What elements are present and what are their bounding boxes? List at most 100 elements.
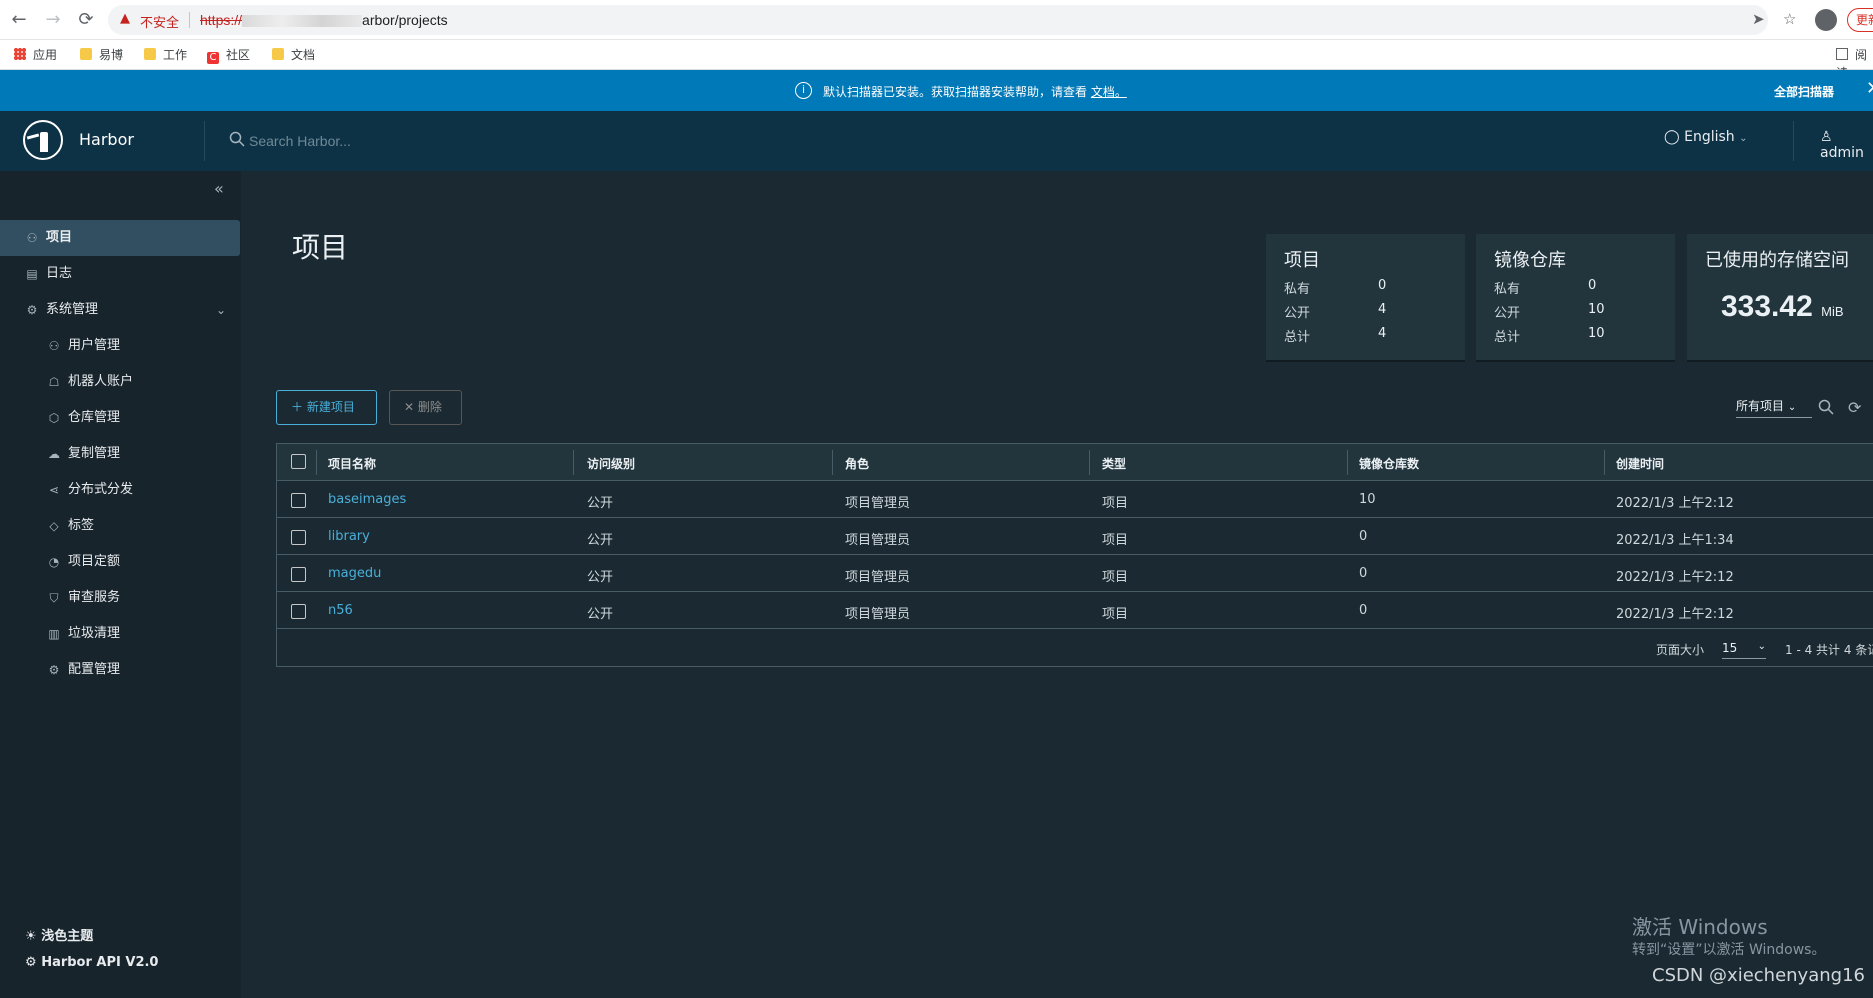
delete-button[interactable]: ✕ 删除 [389, 390, 462, 425]
row-checkbox[interactable] [291, 604, 306, 619]
sidebar: « ⚇ 项目 ▤ 日志 ⚙ 系统管理 ⌄ ⚇ 用户管理 ☖ 机器人账户 ⬡ 仓库管理 … [0, 171, 241, 998]
new-project-button[interactable]: ＋ 新建项目 [276, 390, 377, 425]
plus-icon: ＋ [291, 400, 304, 414]
language-selector[interactable]: ◯ English ⌄ [1664, 129, 1748, 145]
profile-icon[interactable] [1815, 9, 1837, 31]
all-scanners-button[interactable]: 全部扫描器 [1774, 83, 1834, 100]
theme-toggle[interactable]: ☀ 浅色主题 [25, 925, 93, 944]
collapse-sidebar-icon[interactable]: « [214, 179, 224, 198]
refresh-icon[interactable]: ⟳ [1848, 398, 1861, 417]
update-button[interactable]: 更新 [1847, 8, 1873, 32]
star-icon[interactable]: ☆ [1783, 10, 1796, 28]
sidebar-item-robot[interactable]: ☖ 机器人账户 [0, 364, 241, 400]
table-row[interactable]: baseimages 公开 项目管理员 项目 10 2022/1/3 上午2:1… [277, 481, 1873, 518]
column-header[interactable]: 角色 [845, 455, 869, 472]
csdn-icon: C [207, 52, 219, 64]
close-icon[interactable]: ✕ [1866, 78, 1873, 99]
storage-value: 333.42 MiB [1721, 290, 1844, 323]
column-header[interactable]: 创建时间 [1616, 455, 1664, 472]
redacted-host [242, 15, 363, 28]
table-row[interactable]: n56 公开 项目管理员 项目 0 2022/1/3 上午2:12 [277, 592, 1873, 629]
reload-icon[interactable]: ⟳ [75, 9, 97, 31]
sidebar-item-logs[interactable]: ▤ 日志 [0, 256, 241, 292]
reading-list-icon [1836, 48, 1848, 60]
gear-icon: ⚙ [48, 663, 60, 677]
api-icon: ⚙ [25, 955, 37, 970]
user-menu[interactable]: ♙ admin [1820, 129, 1873, 161]
search-icon[interactable] [1818, 399, 1834, 415]
sidebar-item-replication[interactable]: ☁ 复制管理 [0, 436, 241, 472]
row-checkbox[interactable] [291, 567, 306, 582]
sidebar-item-users[interactable]: ⚇ 用户管理 [0, 328, 241, 364]
tag-icon: ◇ [49, 519, 59, 533]
sidebar-item-admin[interactable]: ⚙ 系统管理 ⌄ [0, 292, 241, 328]
windows-activation-title: 激活 Windows [1632, 915, 1768, 939]
search-input[interactable] [249, 129, 649, 153]
bookmark-item[interactable]: 易博 [80, 46, 123, 64]
apps-icon [14, 48, 26, 60]
column-header[interactable]: 类型 [1102, 455, 1126, 472]
bookmark-item[interactable]: 工作 [144, 46, 187, 64]
csdn-watermark: CSDN @xiechenyang16 [1652, 965, 1865, 986]
sidebar-item-registries[interactable]: ⬡ 仓库管理 [0, 400, 241, 436]
windows-activation-hint: 转到“设置”以激活 Windows。 [1632, 942, 1826, 958]
quota-icon: ◔ [48, 555, 60, 569]
sidebar-item-interrogation[interactable]: ⛉ 审查服务 [0, 580, 241, 616]
users-icon: ⚇ [48, 339, 60, 353]
column-header[interactable]: 访问级别 [587, 455, 635, 472]
harbor-logo[interactable] [23, 120, 63, 160]
select-all-checkbox[interactable] [291, 454, 306, 469]
project-name-link[interactable]: magedu [328, 566, 381, 581]
sidebar-item-gc[interactable]: ▥ 垃圾清理 [0, 616, 241, 652]
chevron-down-icon: ⌄ [1787, 402, 1797, 413]
folder-icon [144, 48, 156, 60]
projects-table: 项目名称 访问级别 角色 类型 镜像仓库数 创建时间 baseimages 公开… [276, 443, 1873, 667]
sidebar-item-quotas[interactable]: ◔ 项目定额 [0, 544, 241, 580]
sidebar-item-config[interactable]: ⚙ 配置管理 [0, 652, 241, 688]
close-icon: ✕ [404, 400, 415, 414]
reading-list[interactable]: 阅读 [1836, 46, 1873, 80]
bookmark-apps[interactable]: 应用 [14, 46, 57, 64]
sidebar-item-projects[interactable]: ⚇ 项目 [0, 220, 240, 256]
page-title: 项目 [292, 232, 349, 263]
insecure-label: 不安全 [140, 16, 180, 31]
back-icon[interactable]: ← [8, 9, 30, 31]
project-filter-select[interactable]: 所有项目 ⌄ [1736, 397, 1812, 418]
replication-icon: ☁ [48, 447, 60, 461]
share-icon: ⋖ [48, 483, 60, 497]
forward-icon[interactable]: → [42, 9, 64, 31]
column-header[interactable]: 项目名称 [328, 455, 376, 472]
chevron-down-icon: ⌄ [216, 303, 227, 317]
chevron-down-icon: ⌄ [1757, 641, 1766, 652]
project-name-link[interactable]: n56 [328, 603, 353, 618]
row-checkbox[interactable] [291, 530, 306, 545]
chevron-down-icon: ⌄ [1739, 133, 1748, 144]
page-size-select[interactable]: 15 ⌄ [1722, 641, 1766, 659]
projects-icon: ⚇ [26, 231, 38, 245]
table-row[interactable]: magedu 公开 项目管理员 项目 0 2022/1/3 上午2:12 [277, 555, 1873, 592]
api-link[interactable]: ⚙ Harbor API V2.0 [25, 955, 158, 970]
sidebar-item-labels[interactable]: ◇ 标签 [0, 508, 241, 544]
row-checkbox[interactable] [291, 493, 306, 508]
table-header: 项目名称 访问级别 角色 类型 镜像仓库数 创建时间 [277, 444, 1873, 481]
table-footer: 页面大小 15 ⌄ 1 - 4 共计 4 条记录 [277, 629, 1873, 667]
project-name-link[interactable]: library [328, 529, 370, 544]
send-icon[interactable]: ➤ [1752, 10, 1765, 28]
url-text[interactable]: https://arbor/projects [200, 12, 448, 28]
address-bar[interactable]: ▲ 不安全 https://arbor/projects ➤ ☆ [108, 5, 1796, 35]
search-icon [229, 131, 245, 147]
admin-icon: ⚙ [26, 303, 38, 317]
user-icon: ♙ [1820, 129, 1833, 145]
page-size-label: 页面大小 [1656, 643, 1705, 657]
column-header[interactable]: 镜像仓库数 [1359, 455, 1419, 472]
info-icon: i [795, 82, 812, 99]
bookmark-item[interactable]: 文档 [272, 46, 315, 64]
bookmark-item[interactable]: C 社区 [207, 46, 250, 64]
table-row[interactable]: library 公开 项目管理员 项目 0 2022/1/3 上午1:34 [277, 518, 1873, 555]
project-name-link[interactable]: baseimages [328, 492, 406, 507]
docs-link[interactable]: 文档。 [1091, 85, 1127, 99]
folder-icon [272, 48, 284, 60]
bookmarks-bar: 应用 易博 工作 C社区 文档 阅读 [0, 40, 1873, 80]
sidebar-item-distribution[interactable]: ⋖ 分布式分发 [0, 472, 241, 508]
brand-name[interactable]: Harbor [79, 130, 134, 149]
